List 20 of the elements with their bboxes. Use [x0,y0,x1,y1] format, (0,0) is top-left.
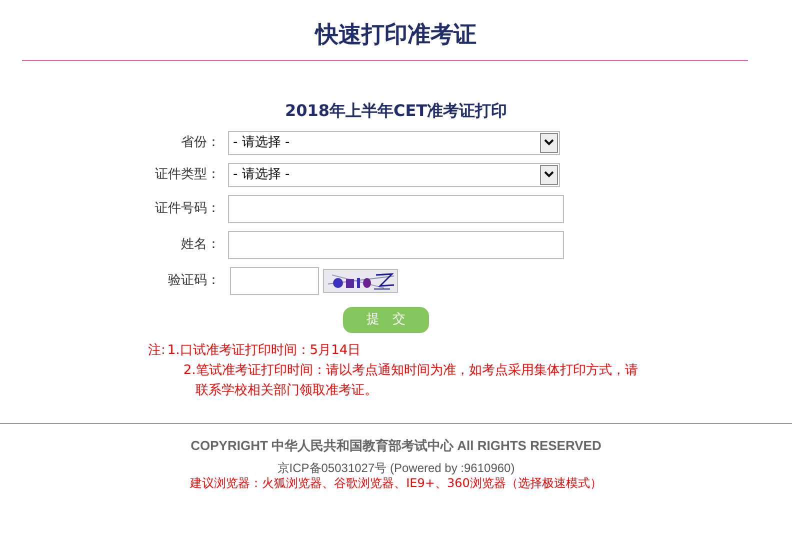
form-title: 2018年上半年CET准考证打印 [284,100,508,122]
caret-icon [540,132,558,153]
note-label: 注: [148,342,166,360]
captcha-field[interactable] [230,266,319,295]
input-field[interactable] [228,230,564,259]
browser-advice: 建议浏览器：火狐浏览器、谷歌浏览器、IE9+、360浏览器（选择极速模式） [189,476,603,492]
caret-icon [540,164,558,185]
page-title: 快速打印准考证 [314,21,478,50]
field-label: 姓名： [180,236,221,254]
field-label: 省份： [180,134,221,152]
note-text: 1.口试准考证打印时间：5月14日 [166,342,362,360]
icp-text: 京ICP备05031027号 (Powered by :9610960) [276,461,516,476]
field-label: 验证码： [167,272,221,290]
input-field[interactable] [228,194,564,223]
note-text: 2.笔试准考证打印时间：请以考点通知时间为准，如考点采用集体打印方式，请联系学校相关部门领取准考证。 [182,362,639,400]
field-label: 证件号码： [154,200,221,218]
dropdown-field[interactable]: - 请选择 - [228,130,560,155]
copyright-text: COPYRIGHT 中华人民共和国教育部考试中心 All RIGHTS RESERVED [190,436,602,455]
field-label: 证件类型： [154,166,221,184]
dropdown-field[interactable]: - 请选择 - [228,162,560,187]
